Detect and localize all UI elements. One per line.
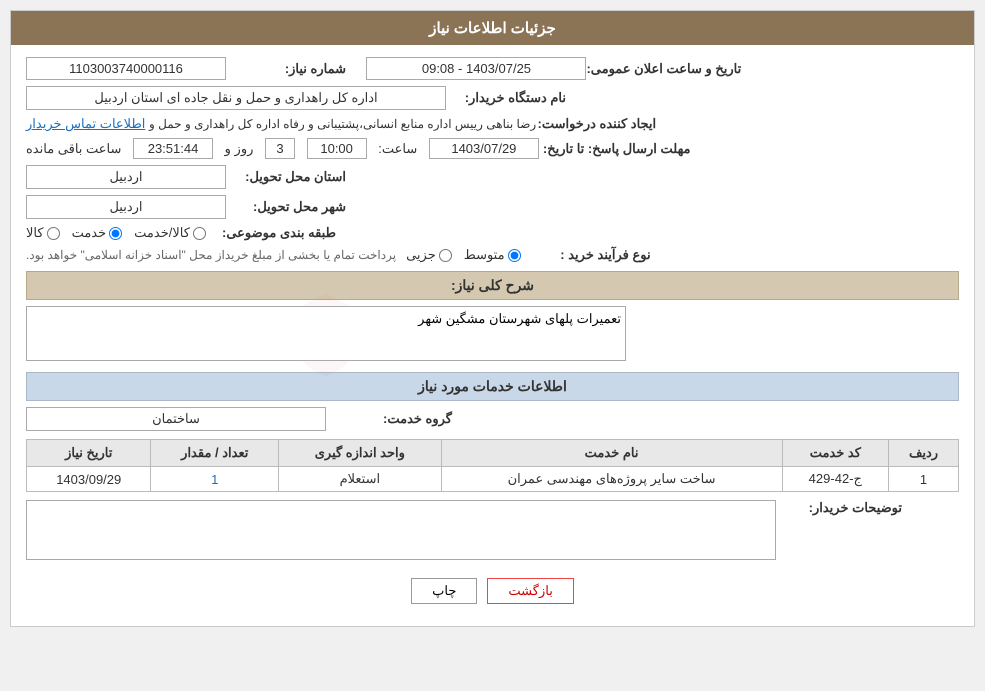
deadline-time-label: ساعت: bbox=[378, 141, 417, 157]
city-value: اردبیل bbox=[26, 195, 226, 219]
process-option-jozii[interactable]: جزیی bbox=[406, 247, 452, 263]
province-value: اردبیل bbox=[26, 165, 226, 189]
deadline-days-label: روز و bbox=[225, 141, 254, 157]
col-header-row: ردیف bbox=[889, 440, 959, 467]
category-option-khadamat[interactable]: خدمت bbox=[72, 225, 123, 241]
creator-value: رضا بناهی رییس اداره منابع انسانی،پشتیبا… bbox=[149, 117, 536, 131]
col-header-unit: واحد اندازه گیری bbox=[279, 440, 441, 467]
deadline-countdown: 23:51:44 bbox=[133, 138, 213, 159]
need-number-value: 1103003740000116 bbox=[26, 57, 226, 80]
header-title: جزئیات اطلاعات نیاز bbox=[429, 20, 556, 37]
contact-link[interactable]: اطلاعات تماس خریدار bbox=[26, 116, 145, 132]
cell-name: ساخت سایر پروژه‌های مهندسی عمران bbox=[441, 467, 782, 492]
buttons-row: بازگشت چاپ bbox=[26, 568, 959, 614]
process-option-motavasset[interactable]: متوسط bbox=[464, 247, 521, 263]
announcement-date-value: 1403/07/25 - 09:08 bbox=[366, 57, 586, 80]
category-radio-group: کالا/خدمت خدمت کالا bbox=[26, 225, 206, 241]
deadline-remaining-label: ساعت باقی مانده bbox=[26, 141, 121, 157]
process-label: نوع فرآیند خرید : bbox=[531, 247, 651, 263]
services-table: ردیف کد خدمت نام خدمت واحد اندازه گیری ت… bbox=[26, 439, 959, 492]
category-option-kala-khadamat[interactable]: کالا/خدمت bbox=[134, 225, 206, 241]
deadline-days: 3 bbox=[265, 138, 295, 159]
buyer-org-value: اداره کل راهداری و حمل و نقل جاده ای است… bbox=[26, 86, 446, 110]
cell-date: 1403/09/29 bbox=[27, 467, 151, 492]
col-header-name: نام خدمت bbox=[441, 440, 782, 467]
description-section-header: شرح کلی نیاز: bbox=[26, 271, 959, 300]
cell-unit: استعلام bbox=[279, 467, 441, 492]
buyer-org-label: نام دستگاه خریدار: bbox=[446, 90, 566, 106]
page-header: جزئیات اطلاعات نیاز bbox=[11, 11, 974, 45]
description-textarea[interactable]: تعمیرات پلهای شهرستان مشگین شهر bbox=[26, 306, 626, 361]
province-label: استان محل تحویل: bbox=[226, 169, 346, 185]
service-group-value: ساختمان bbox=[26, 407, 326, 431]
col-header-date: تاریخ نیاز bbox=[27, 440, 151, 467]
cell-qty: 1 bbox=[151, 467, 279, 492]
process-radio-group: متوسط جزیی bbox=[406, 247, 521, 263]
service-group-label: گروه خدمت: bbox=[332, 411, 452, 427]
city-label: شهر محل تحویل: bbox=[226, 199, 346, 215]
buyer-notes-label: توضیحات خریدار: bbox=[782, 500, 902, 516]
deadline-date: 1403/07/29 bbox=[429, 138, 539, 159]
buyer-notes-section: توضیحات خریدار: bbox=[26, 500, 959, 560]
col-header-qty: تعداد / مقدار bbox=[151, 440, 279, 467]
deadline-label: مهلت ارسال پاسخ: تا تاریخ: bbox=[543, 141, 691, 157]
buyer-notes-textarea[interactable] bbox=[26, 500, 776, 560]
services-section-header: اطلاعات خدمات مورد نیاز bbox=[26, 372, 959, 401]
category-option-kala[interactable]: کالا bbox=[26, 225, 60, 241]
print-button[interactable]: چاپ bbox=[411, 578, 477, 604]
description-area: AhaTender تعمیرات پلهای شهرستان مشگین شه… bbox=[26, 306, 959, 364]
cell-row: 1 bbox=[889, 467, 959, 492]
back-button[interactable]: بازگشت bbox=[487, 578, 573, 604]
category-label: طبقه بندی موضوعی: bbox=[216, 225, 336, 241]
table-row: 1 ج-42-429 ساخت سایر پروژه‌های مهندسی عم… bbox=[27, 467, 959, 492]
announcement-date-label: تاریخ و ساعت اعلان عمومی: bbox=[586, 61, 741, 77]
need-number-label: شماره نیاز: bbox=[226, 61, 346, 77]
creator-label: ایجاد کننده درخواست: bbox=[536, 116, 656, 132]
col-header-code: کد خدمت bbox=[782, 440, 888, 467]
cell-code: ج-42-429 bbox=[782, 467, 888, 492]
process-note: پرداخت تمام یا بخشی از مبلغ خریداز محل "… bbox=[26, 248, 396, 262]
deadline-time: 10:00 bbox=[307, 138, 367, 159]
